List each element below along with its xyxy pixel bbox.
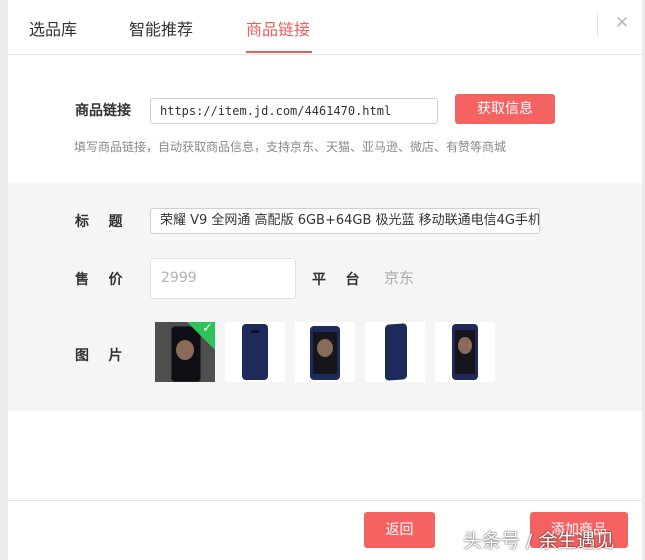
fetch-info-button[interactable]: 获取信息 [455, 94, 555, 124]
link-label: 商品链接 [75, 103, 131, 119]
product-image-thumb[interactable] [435, 322, 495, 382]
product-link-input[interactable]: https://item.jd.com/4461470.html [150, 98, 438, 124]
footer-divider [8, 500, 642, 501]
phone-screen-face [458, 337, 472, 354]
tab-product-library[interactable]: 选品库 [29, 16, 77, 40]
phone-side-image [385, 323, 407, 381]
image-label: 图 片 [75, 348, 123, 364]
tab-smart-recommend[interactable]: 智能推荐 [129, 16, 193, 40]
product-image-thumb[interactable] [225, 322, 285, 382]
title-label: 标 题 [75, 214, 123, 230]
platform-label: 平 台 [312, 272, 360, 288]
platform-value: 京东 [384, 269, 415, 287]
product-image-thumb[interactable] [295, 322, 355, 382]
product-image-thumb[interactable]: ✓ [155, 322, 215, 382]
price-label: 售 价 [75, 272, 123, 288]
check-icon: ✓ [202, 322, 213, 336]
window-left-edge [0, 0, 8, 560]
link-hint: 填写商品链接，自动获取商品信息，支持京东、天猫、亚马逊、微店、有赞等商城 [74, 140, 507, 154]
active-tab-indicator [246, 51, 312, 53]
product-image-thumb[interactable] [365, 322, 425, 382]
title-input[interactable]: 荣耀 V9 全网通 高配版 6GB+64GB 极光蓝 移动联通电信4G手机 [150, 208, 540, 234]
back-button[interactable]: 返回 [364, 512, 435, 548]
phone-camera [251, 330, 259, 333]
product-detail-panel: 标 题 荣耀 V9 全网通 高配版 6GB+64GB 极光蓝 移动联通电信4G手… [8, 183, 642, 411]
close-icon[interactable]: ✕ [615, 13, 629, 33]
tab-divider [597, 14, 598, 36]
tab-bar: 选品库 智能推荐 商品链接 ✕ [8, 0, 642, 55]
price-input[interactable]: 2999 [150, 258, 296, 299]
phone-screen-face [317, 339, 333, 357]
watermark: 头条号 / 余生遇见 [463, 530, 615, 552]
tab-product-link[interactable]: 商品链接 [246, 16, 310, 40]
